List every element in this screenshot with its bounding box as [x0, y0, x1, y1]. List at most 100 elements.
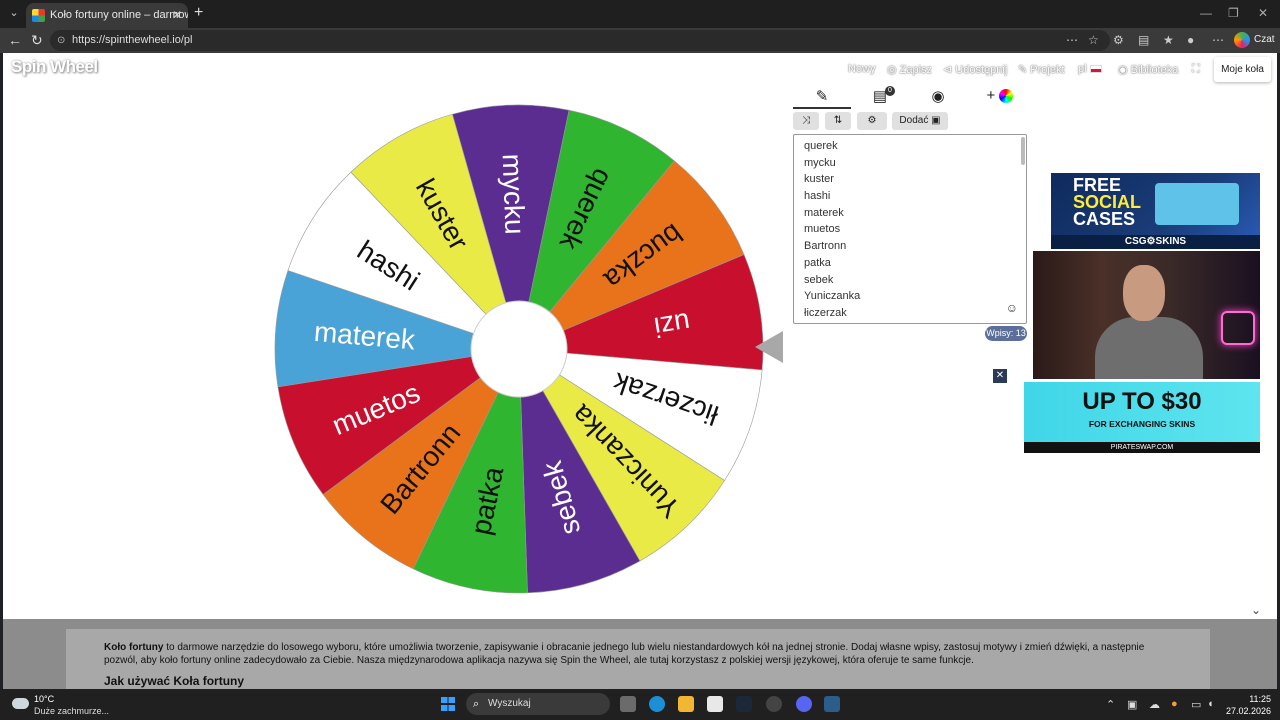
scroll-down-chevron-icon[interactable]: ⌄ [1251, 603, 1261, 617]
browser-tab-bar: ⌄ Koło fortuny online – darmowe koło ✕ +… [0, 0, 1280, 28]
wheel-segment-label: mycku [497, 153, 531, 235]
system-clock[interactable]: 11:25 27.02.2026 [1226, 693, 1271, 717]
settings-gear-icon[interactable]: ⚙ [857, 112, 887, 130]
task-view-icon[interactable] [620, 696, 636, 712]
favorites-icon[interactable]: ★ [1163, 33, 1174, 47]
ad-close-icon[interactable]: ✕ [993, 369, 1007, 383]
nav-save[interactable]: ◎ Zapisz [887, 63, 932, 76]
microphone-icon[interactable]: ● [1171, 698, 1178, 710]
entry-item[interactable]: łiczerzak [794, 305, 1026, 322]
ad1-headline: FREE SOCIAL CASES [1073, 175, 1142, 229]
color-wheel-icon [999, 89, 1014, 104]
image-icon: ▣ [931, 115, 941, 126]
taskbar-search[interactable]: ⌕ Wyszukaj [466, 693, 610, 715]
ad-csgoskins[interactable]: FREE SOCIAL CASES CSG⚙SKINS [1051, 173, 1260, 249]
entry-item[interactable]: Yuniczanka [794, 288, 1026, 305]
maximize-icon[interactable]: ❐ [1228, 6, 1239, 20]
split-screen-icon[interactable]: ▤ [1138, 33, 1149, 47]
entries-count-badge: Wpisy: 13 [985, 326, 1027, 341]
more-menu-icon[interactable]: ⋯ [1212, 33, 1224, 47]
wheel-center-hub[interactable] [470, 300, 568, 398]
entry-item[interactable]: patka [794, 255, 1026, 272]
onedrive-icon[interactable]: ☁ [1149, 698, 1160, 711]
ad2-headline: UP TO $30 [1082, 388, 1202, 415]
description-section: Koło fortuny to darmowe narzędzie do los… [3, 619, 1277, 699]
entry-item[interactable]: hashi [794, 188, 1026, 205]
minimize-icon[interactable]: — [1200, 6, 1212, 20]
emoji-picker-icon[interactable]: ☺ [1006, 301, 1018, 315]
new-tab-icon[interactable]: + [194, 4, 203, 22]
tray-chevron-icon[interactable]: ⌃ [1106, 698, 1115, 711]
tab-edit-pencil-icon[interactable]: ✎ [793, 87, 851, 109]
display-icon[interactable]: ▭ [1191, 698, 1201, 711]
tab-hide-eye-icon[interactable]: ◉ [927, 87, 949, 109]
nav-share[interactable]: ⊲ Udostępnij [943, 63, 1007, 76]
obs-icon[interactable] [766, 696, 782, 712]
entry-item[interactable]: querek [794, 138, 1026, 155]
sort-icon[interactable]: ⇅ [825, 112, 851, 130]
results-badge: 0 [885, 86, 895, 96]
nav-library[interactable]: ◉ Biblioteka [1118, 63, 1178, 76]
ad2-subline: FOR EXCHANGING SKINS [1088, 419, 1196, 429]
webcam-overlay [1033, 251, 1260, 379]
ad1-brand: CSG⚙SKINS [1051, 235, 1260, 249]
volume-icon[interactable]: ◖ [1207, 698, 1214, 710]
reader-mode-icon[interactable]: ⋯ [1066, 33, 1078, 47]
shuffle-icon[interactable]: ⤨ [793, 112, 819, 130]
tab-add-color-icon[interactable]: + [983, 87, 1017, 109]
entries-scrollbar[interactable] [1021, 137, 1025, 165]
tab-title: Koło fortuny online – darmowe koło [50, 9, 188, 21]
url-field[interactable]: ⊙ https://spinthewheel.io/pl [50, 30, 1110, 51]
profile-avatar-icon[interactable]: ● [1187, 33, 1194, 47]
discord-icon[interactable] [796, 696, 812, 712]
fullscreen-icon[interactable]: ⛶ [1192, 63, 1200, 76]
cloud-icon [12, 698, 29, 709]
back-icon[interactable]: ← [8, 32, 22, 48]
windows-start-icon[interactable] [441, 697, 455, 711]
wheel-segment-label: uzi [652, 307, 692, 343]
wheel-pointer-icon [755, 331, 783, 363]
ad2-domain: PIRATESWAP.COM [1024, 442, 1260, 453]
add-image-button[interactable]: Dodać ▣ [892, 112, 948, 130]
close-window-icon[interactable]: ✕ [1258, 6, 1268, 20]
weather-temp: 10°C [34, 694, 55, 704]
copilot-icon[interactable] [1234, 32, 1250, 48]
site-logo[interactable]: Spin Wheel [11, 57, 98, 77]
store-icon[interactable] [707, 696, 723, 712]
neon-sign [1221, 311, 1255, 345]
ad-pirateswap[interactable]: UP TO $30 FOR EXCHANGING SKINS PIRATESWA… [1024, 382, 1260, 453]
copilot-label[interactable]: Czat [1254, 34, 1275, 45]
browser-tab[interactable]: Koło fortuny online – darmowe koło ✕ [26, 3, 188, 28]
tab-actions-icon[interactable]: ⌄ [6, 5, 22, 21]
entry-item[interactable]: mycku [794, 155, 1026, 172]
site-info-icon[interactable]: ⊙ [57, 30, 65, 51]
entry-item[interactable]: kuster [794, 171, 1026, 188]
reload-icon[interactable]: ↻ [31, 32, 43, 49]
entry-item[interactable]: Bartronn [794, 238, 1026, 255]
nav-language[interactable]: pl [1078, 63, 1102, 75]
tray-app-icon[interactable]: ▣ [1127, 698, 1137, 711]
steam-icon[interactable] [736, 696, 752, 712]
site-favicon-icon [32, 9, 45, 22]
description-text: Koło fortuny to darmowe narzędzie do los… [104, 642, 1145, 666]
tab-results-clipboard-icon[interactable]: ▤ 0 [871, 86, 895, 109]
entry-item[interactable]: materek [794, 205, 1026, 222]
entry-item[interactable]: sebek [794, 272, 1026, 289]
nav-design[interactable]: ✎ Projekt [1018, 63, 1065, 76]
nav-new[interactable]: Nowy [848, 63, 876, 75]
page-content: Spin Wheel Nowy ◎ Zapisz ⊲ Udostępnij ✎ … [3, 53, 1277, 619]
file-explorer-icon[interactable] [678, 696, 694, 712]
edge-icon[interactable] [649, 696, 665, 712]
favorite-star-icon[interactable]: ☆ [1088, 33, 1099, 47]
wheel-of-fortune[interactable]: mycku querekbuczkauziłiczerzakYuniczankas… [271, 101, 767, 597]
ad1-case-image [1155, 183, 1239, 225]
polish-flag-icon [1089, 65, 1102, 74]
close-tab-icon[interactable]: ✕ [172, 3, 182, 28]
search-icon: ⌕ [473, 698, 480, 710]
my-wheels-button[interactable]: Moje koła [1214, 57, 1271, 82]
editor-tabs: ✎ ▤ 0 ◉ + [793, 86, 1027, 109]
app-icon[interactable] [824, 696, 840, 712]
extensions-icon[interactable]: ⚙ [1113, 33, 1124, 47]
entry-item[interactable]: muetos [794, 221, 1026, 238]
entries-textarea[interactable]: querek mycku kuster hashi materek muetos Bartr… [793, 134, 1027, 324]
